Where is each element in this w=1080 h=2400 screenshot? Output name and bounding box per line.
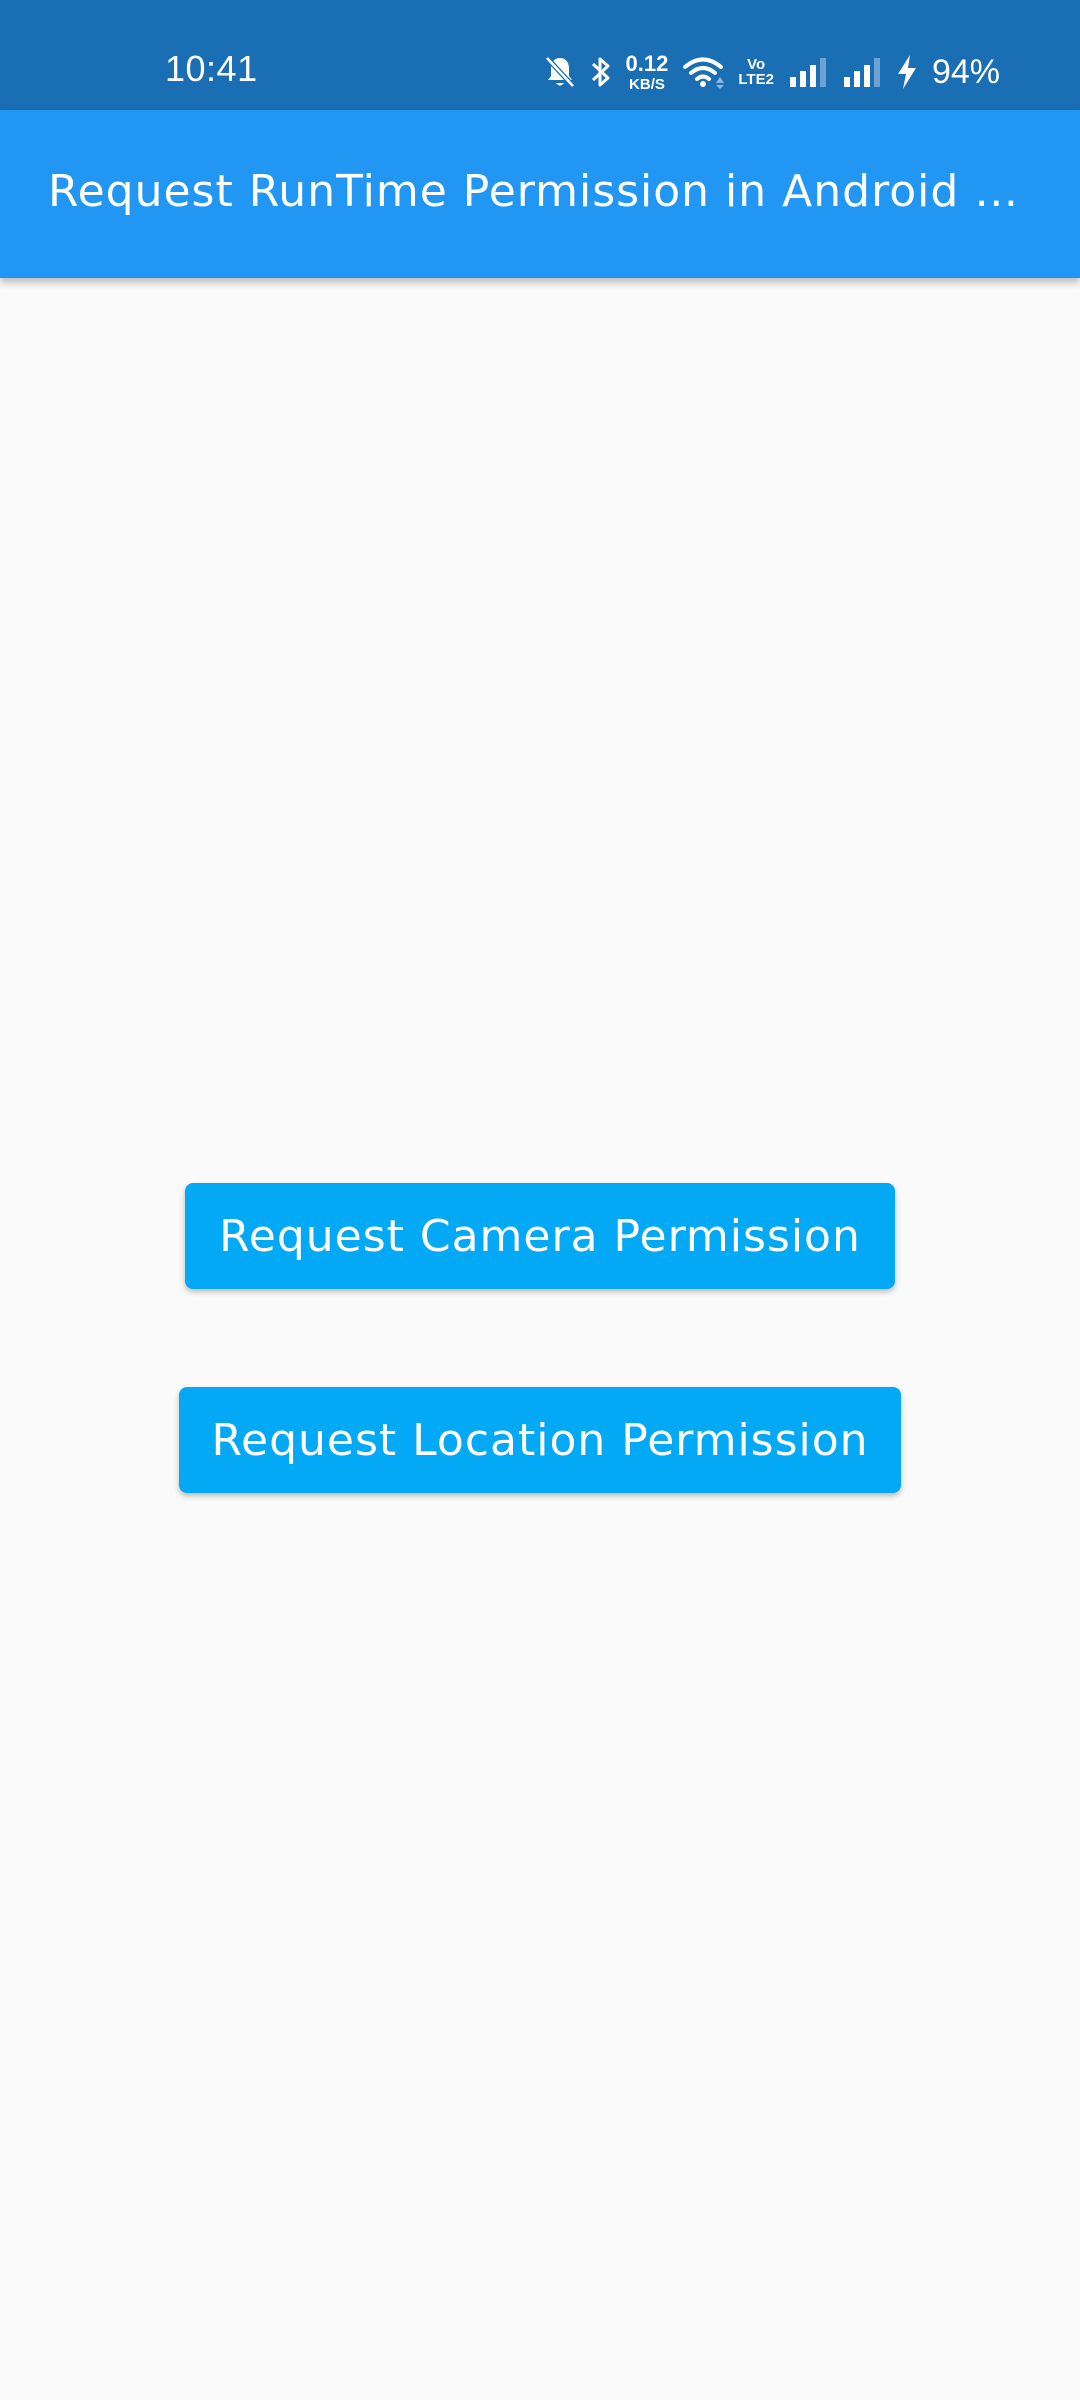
request-camera-permission-label: Request Camera Permission <box>219 1210 861 1262</box>
charging-icon <box>896 54 918 90</box>
signal-icon <box>788 55 828 89</box>
request-location-permission-label: Request Location Permission <box>211 1414 869 1466</box>
net-speed-value: 0.12 <box>625 50 669 76</box>
request-camera-permission-button[interactable]: Request Camera Permission <box>185 1183 895 1289</box>
bluetooth-icon <box>590 55 612 89</box>
volte-indicator: Vo LTE2 <box>738 57 774 87</box>
volte-bottom: LTE2 <box>738 71 774 88</box>
app-bar: Request RunTime Permission in Android Fl… <box>0 110 1080 278</box>
net-speed-unit: KB/S <box>629 75 665 93</box>
status-time: 10:41 <box>165 48 258 89</box>
request-location-permission-button[interactable]: Request Location Permission <box>179 1387 901 1493</box>
status-icons: 0.12 KB/S Vo LTE2 94% <box>544 48 1000 96</box>
volte-top: Vo <box>747 56 766 73</box>
bell-off-icon <box>544 55 576 89</box>
wifi-icon <box>682 55 725 89</box>
status-bar: 10:41 0.12 KB/S Vo LTE2 94% <box>0 0 1080 110</box>
page-title: Request RunTime Permission in Android Fl… <box>48 166 1028 217</box>
signal-icon <box>842 55 882 89</box>
net-speed: 0.12 KB/S <box>625 50 669 93</box>
battery-percentage: 94% <box>931 52 1000 91</box>
